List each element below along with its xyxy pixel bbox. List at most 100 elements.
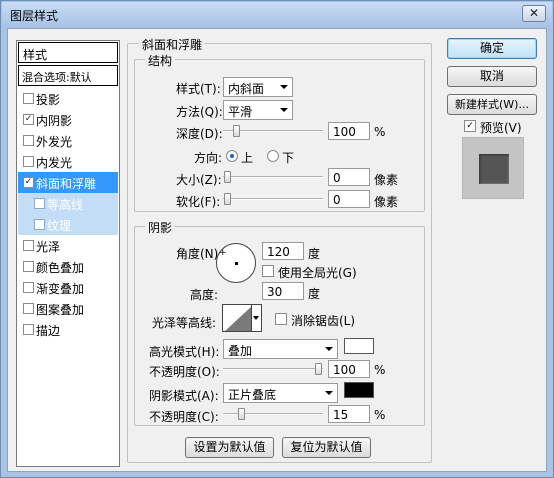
style-label: 样式(T): <box>176 82 221 96</box>
shadow-color-swatch[interactable] <box>344 382 374 398</box>
highlight-opacity-input[interactable]: 100 <box>328 360 370 378</box>
altitude-unit: 度 <box>308 287 321 301</box>
direction-down-radio[interactable] <box>267 150 279 162</box>
size-slider[interactable] <box>223 170 323 184</box>
crosshair-icon: + <box>219 248 227 258</box>
shadow-mode-label: 阴影模式(A): <box>149 389 219 403</box>
highlight-opacity-slider[interactable] <box>223 362 323 376</box>
preview-swatch <box>479 154 509 184</box>
sidebar-item-pattern-overlay[interactable]: 图案叠加 <box>18 298 118 319</box>
soften-input[interactable]: 0 <box>328 190 370 208</box>
gloss-contour-label: 光泽等高线: <box>152 316 217 330</box>
color-overlay-checkbox[interactable] <box>23 261 34 272</box>
slider-thumb[interactable] <box>238 408 245 420</box>
sidebar-item-color-overlay[interactable]: 颜色叠加 <box>18 256 118 277</box>
inner-shadow-checkbox[interactable]: ✓ <box>23 114 34 125</box>
texture-checkbox[interactable] <box>34 219 45 230</box>
preview-label[interactable]: 预览(V) <box>480 119 522 136</box>
sidebar-item-gradient-overlay[interactable]: 渐变叠加 <box>18 277 118 298</box>
altitude-input[interactable]: 30 <box>262 282 304 300</box>
pattern-overlay-checkbox[interactable] <box>23 303 34 314</box>
slider-thumb[interactable] <box>224 171 231 183</box>
sidebar-item-outer-glow[interactable]: 外发光 <box>18 130 118 151</box>
shadow-opacity-slider[interactable] <box>223 407 323 421</box>
styles-header[interactable]: 样式 <box>18 42 118 63</box>
sidebar-item-label: 斜面和浮雕 <box>36 177 97 191</box>
sidebar-item-satin[interactable]: 光泽 <box>18 235 118 256</box>
sidebar-item-label: 等高线 <box>47 198 84 212</box>
sidebar-item-stroke[interactable]: 描边 <box>18 319 118 340</box>
size-input[interactable]: 0 <box>328 168 370 186</box>
global-light-checkbox[interactable] <box>262 265 274 277</box>
outer-glow-checkbox[interactable] <box>23 135 34 146</box>
new-style-button[interactable]: 新建样式(W)... <box>447 94 537 115</box>
sidebar-item-label: 内发光 <box>36 156 73 170</box>
stroke-checkbox[interactable] <box>23 324 34 335</box>
slider-thumb[interactable] <box>315 363 322 375</box>
direction-up-label[interactable]: 上 <box>241 149 253 166</box>
size-label: 大小(Z): <box>176 173 222 187</box>
blend-options-item[interactable]: 混合选项:默认 <box>18 65 118 86</box>
style-list: 样式 混合选项:默认 投影 ✓ 内阴影 外发光 内发光 ✓ 斜面和浮雕 等高线 纹理… <box>16 40 120 467</box>
global-light-label[interactable]: 使用全局光(G) <box>278 264 357 281</box>
contour-checkbox[interactable] <box>34 198 45 209</box>
technique-dropdown[interactable]: 平滑 <box>223 100 293 120</box>
slider-thumb[interactable] <box>224 193 231 205</box>
angle-wheel[interactable]: + <box>216 243 256 283</box>
bevel-style-dropdown[interactable]: 内斜面 <box>223 77 293 97</box>
title-bar[interactable]: 图层样式 ✕ <box>2 2 552 26</box>
make-default-button[interactable]: 设置为默认值 <box>185 437 274 458</box>
sidebar-item-label: 内阴影 <box>36 114 73 128</box>
sidebar-item-inner-shadow[interactable]: ✓ 内阴影 <box>18 109 118 130</box>
sidebar-item-label: 颜色叠加 <box>36 261 85 275</box>
soften-slider[interactable] <box>223 192 323 206</box>
cancel-button[interactable]: 取消 <box>447 66 537 87</box>
reset-default-button[interactable]: 复位为默认值 <box>282 437 371 458</box>
sidebar-item-drop-shadow[interactable]: 投影 <box>18 88 118 109</box>
inner-glow-checkbox[interactable] <box>23 156 34 167</box>
layer-style-dialog: 图层样式 ✕ 样式 混合选项:默认 投影 ✓ 内阴影 外发光 内发光 ✓ 斜面和浮雕… <box>0 0 554 478</box>
sidebar-item-label: 外发光 <box>36 135 73 149</box>
technique-label: 方法(Q): <box>176 105 223 119</box>
direction-up-radio[interactable] <box>226 150 238 162</box>
preview-checkbox[interactable]: ✓ <box>464 120 476 132</box>
highlight-mode-label: 高光模式(H): <box>149 345 220 359</box>
soften-label: 软化(F): <box>176 195 221 209</box>
direction-down-label[interactable]: 下 <box>282 149 294 166</box>
chevron-down-icon <box>280 108 288 112</box>
depth-label: 深度(D): <box>176 127 223 141</box>
technique-value: 平滑 <box>228 105 253 119</box>
gloss-contour-picker[interactable] <box>222 304 252 332</box>
style-preview <box>462 137 524 199</box>
shadow-mode-dropdown[interactable]: 正片叠底 <box>223 383 338 403</box>
sidebar-item-inner-glow[interactable]: 内发光 <box>18 151 118 172</box>
angle-input[interactable]: 120 <box>262 242 304 260</box>
highlight-opacity-unit: % <box>374 363 386 377</box>
sidebar-item-bevel-emboss[interactable]: ✓ 斜面和浮雕 <box>18 172 118 193</box>
gloss-contour-dropdown[interactable] <box>252 304 262 332</box>
sidebar-item-label: 光泽 <box>36 240 61 254</box>
bevel-emboss-checkbox[interactable]: ✓ <box>23 177 34 188</box>
chevron-down-icon <box>325 347 333 351</box>
depth-input[interactable]: 100 <box>328 122 370 140</box>
satin-checkbox[interactable] <box>23 240 34 251</box>
depth-slider[interactable] <box>223 124 323 138</box>
sidebar-item-label: 图案叠加 <box>36 303 85 317</box>
slider-thumb[interactable] <box>233 125 240 137</box>
bevel-style-value: 内斜面 <box>228 82 265 96</box>
highlight-opacity-label: 不透明度(O): <box>149 365 220 379</box>
anti-aliased-label[interactable]: 消除锯齿(L) <box>291 312 355 329</box>
highlight-mode-dropdown[interactable]: 叠加 <box>223 339 338 359</box>
gradient-overlay-checkbox[interactable] <box>23 282 34 293</box>
ok-button[interactable]: 确定 <box>447 38 537 59</box>
close-button[interactable]: ✕ <box>522 5 546 22</box>
shadow-opacity-unit: % <box>374 408 386 422</box>
sidebar-item-contour[interactable]: 等高线 <box>18 193 118 214</box>
drop-shadow-checkbox[interactable] <box>23 93 34 104</box>
shadow-opacity-input[interactable]: 15 <box>328 405 370 423</box>
anti-aliased-checkbox[interactable] <box>275 313 287 325</box>
dialog-body: 样式 混合选项:默认 投影 ✓ 内阴影 外发光 内发光 ✓ 斜面和浮雕 等高线 纹理… <box>7 28 547 472</box>
soften-unit: 像素 <box>374 195 399 209</box>
highlight-color-swatch[interactable] <box>344 338 374 354</box>
sidebar-item-texture[interactable]: 纹理 <box>18 214 118 235</box>
